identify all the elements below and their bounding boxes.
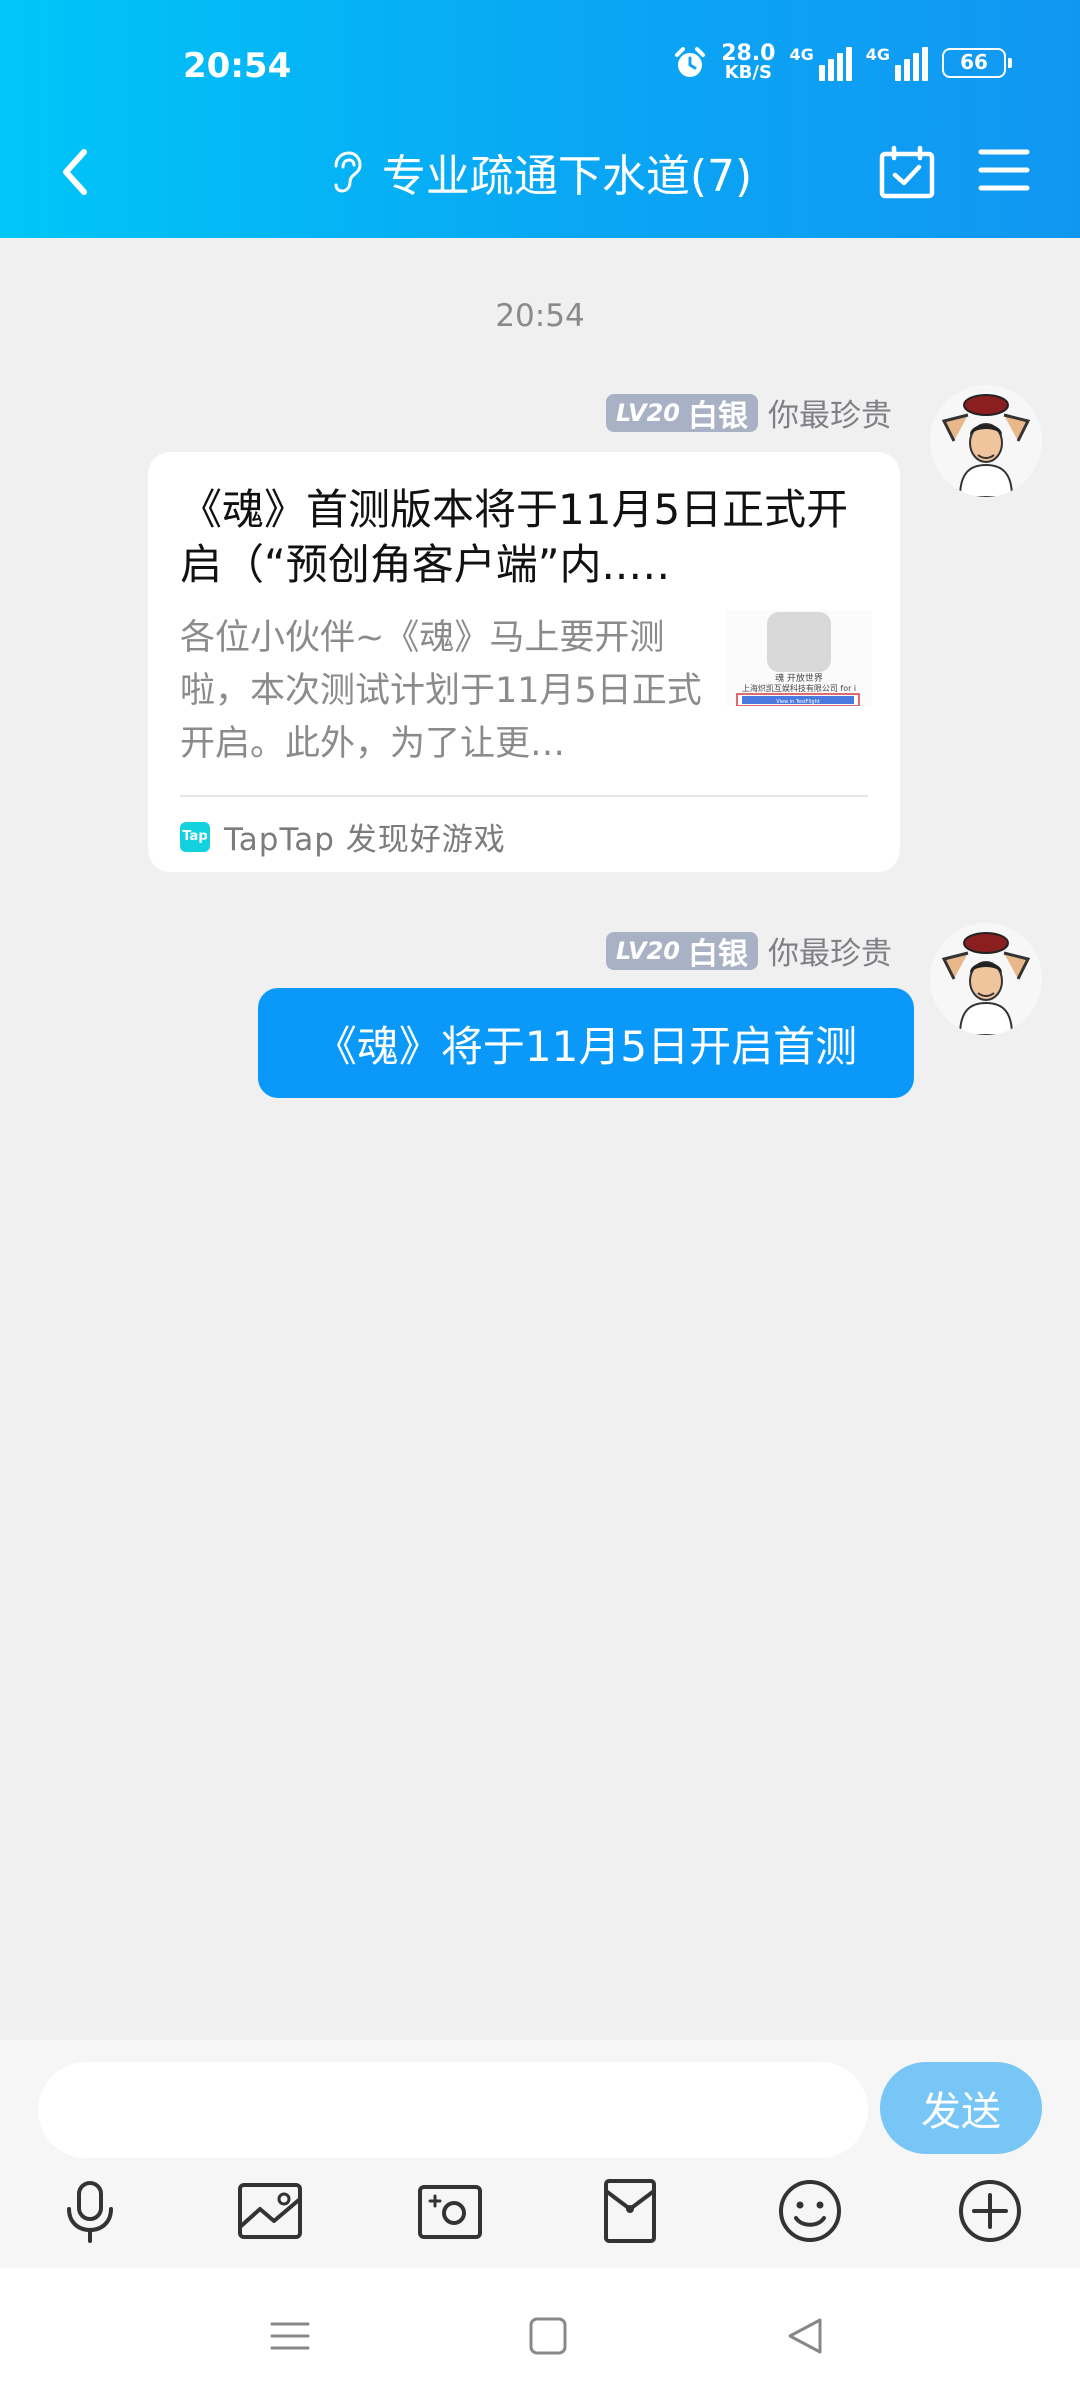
- back-nav-icon[interactable]: [776, 2306, 836, 2366]
- battery-icon: 66: [942, 48, 1012, 78]
- avatar[interactable]: [930, 385, 1042, 497]
- recent-apps-icon[interactable]: [260, 2306, 320, 2366]
- level-badge: LV20 白银: [606, 393, 758, 434]
- signal-2-icon: 4G: [866, 45, 928, 81]
- sender-name[interactable]: 你最珍贵: [768, 928, 892, 973]
- card-source: Tap TapTap 发现好游戏: [180, 814, 506, 859]
- menu-icon[interactable]: [978, 146, 1030, 194]
- taptap-logo-icon: Tap: [180, 821, 210, 852]
- ear-icon: [334, 151, 362, 193]
- system-nav-bar: [0, 2268, 1080, 2400]
- svg-text:View in TestFlight: View in TestFlight: [776, 699, 819, 705]
- alarm-icon: [675, 47, 706, 77]
- signal-1-icon: 4G: [789, 45, 852, 81]
- sender-name[interactable]: 你最珍贵: [768, 390, 892, 435]
- svg-text:上海炽凯互娱科技有限公司 for i: 上海炽凯互娱科技有限公司 for i: [742, 683, 856, 693]
- sender-info: LV20 白银 你最珍贵: [606, 928, 892, 973]
- emoji-icon[interactable]: [774, 2175, 846, 2247]
- sender-info: LV20 白银 你最珍贵: [606, 390, 892, 435]
- input-bar: 发送: [0, 2040, 1080, 2268]
- chat-header: 20:54 28.0 KB/S 4G 4G 66 专业疏通下水道(7): [0, 0, 1080, 238]
- level-badge: LV20 白银: [606, 931, 758, 972]
- card-divider: [180, 795, 868, 797]
- message-bubble[interactable]: 《魂》将于11月5日开启首测: [258, 988, 914, 1098]
- avatar[interactable]: [930, 923, 1042, 1035]
- group-title: 专业疏通下水道(7): [381, 151, 753, 202]
- image-icon[interactable]: [234, 2175, 306, 2247]
- network-speed: 28.0 KB/S: [721, 41, 776, 83]
- status-icons: 28.0 KB/S 4G 4G 66: [673, 41, 1012, 83]
- card-description: 各位小伙伴~《魂》马上要开测啦，本次测试计划于11月5日正式开启。此外，为了让更…: [180, 618, 702, 764]
- shared-link-card[interactable]: 《魂》首测版本将于11月5日正式开启（“预创角客户端”内..… 各位小伙伴~《魂…: [148, 452, 900, 872]
- svg-text:魂 开放世界: 魂 开放世界: [775, 672, 823, 684]
- red-packet-icon[interactable]: [594, 2175, 666, 2247]
- chat-timestamp: 20:54: [495, 298, 585, 334]
- status-time: 20:54: [183, 46, 292, 86]
- plus-icon[interactable]: [954, 2175, 1026, 2247]
- calendar-check-icon[interactable]: [878, 144, 936, 200]
- card-title: 《魂》首测版本将于11月5日正式开启（“预创角客户端”内..…: [180, 485, 849, 589]
- home-icon[interactable]: [518, 2306, 578, 2366]
- microphone-icon[interactable]: [54, 2175, 126, 2247]
- card-thumbnail: 魂 开放世界 上海炽凯互娱科技有限公司 for i View in TestFl…: [726, 610, 872, 707]
- send-button[interactable]: 发送: [880, 2062, 1042, 2154]
- message-input[interactable]: [38, 2062, 868, 2158]
- camera-icon[interactable]: [414, 2175, 486, 2247]
